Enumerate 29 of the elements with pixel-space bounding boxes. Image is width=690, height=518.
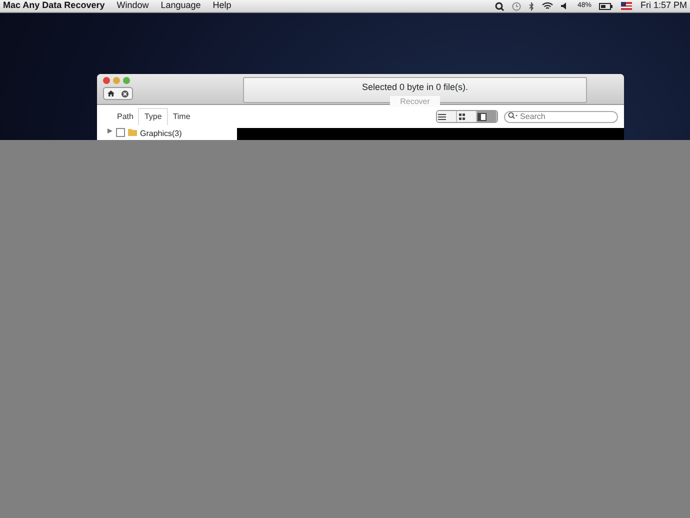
tab[interactable]: Time (168, 108, 196, 124)
battery-icon[interactable] (599, 2, 614, 10)
tab[interactable]: Path (112, 108, 138, 124)
menu-item[interactable]: Help (212, 0, 232, 13)
search-icon[interactable] (495, 2, 504, 10)
menu-clock[interactable]: Fri 1:57 PM (640, 0, 687, 13)
app-menu[interactable]: Mac Any Data Recovery (3, 0, 105, 13)
column-view-button[interactable] (477, 111, 497, 122)
bluetooth-icon[interactable] (529, 2, 534, 10)
wifi-icon[interactable] (542, 2, 554, 10)
checkbox[interactable] (116, 128, 125, 137)
folder-icon (128, 128, 137, 136)
grid-view-button[interactable] (457, 111, 477, 122)
close-button[interactable] (103, 77, 110, 84)
search-field[interactable]: Search (504, 110, 618, 123)
status-text: Selected 0 byte in 0 file(s). (362, 81, 468, 94)
menu-item[interactable]: Window (116, 0, 149, 13)
tree-item[interactable]: Graphics(3) (140, 128, 182, 140)
list-view-icon (437, 112, 447, 120)
menu-item[interactable]: Language (160, 0, 201, 13)
grid-view-icon (457, 112, 467, 120)
clock-icon[interactable] (512, 2, 522, 10)
home-icon (107, 90, 115, 97)
flag-icon[interactable] (621, 2, 632, 10)
column-view-icon (477, 112, 487, 120)
disclosure-icon[interactable] (107, 128, 113, 134)
tab[interactable]: Type (138, 108, 168, 125)
list-view-button[interactable] (437, 111, 457, 122)
stop-icon (121, 90, 129, 98)
